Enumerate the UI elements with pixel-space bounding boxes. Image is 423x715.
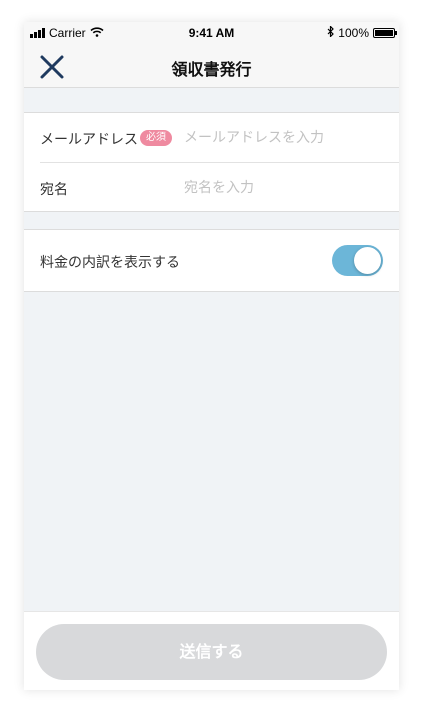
addressee-row: 宛名 bbox=[24, 163, 399, 213]
breakdown-toggle-row: 料金の内訳を表示する bbox=[24, 229, 399, 292]
battery-percent: 100% bbox=[338, 26, 369, 40]
required-badge: 必須 bbox=[140, 130, 172, 146]
breakdown-toggle-label: 料金の内訳を表示する bbox=[40, 255, 180, 271]
bluetooth-icon bbox=[327, 25, 335, 40]
breakdown-toggle-switch[interactable] bbox=[332, 245, 383, 276]
receipt-form: メールアドレス 必須 宛名 bbox=[24, 112, 399, 212]
battery-icon bbox=[373, 28, 397, 38]
phone-screen: Carrier 9:41 AM 100% 領収書発行 メールアドレス 必須 メー… bbox=[24, 22, 399, 690]
submit-button[interactable]: 送信する bbox=[36, 624, 387, 680]
navigation-bar: 領収書発行 bbox=[24, 44, 399, 88]
bottom-bar: 送信する bbox=[24, 611, 399, 690]
email-label: メールアドレス bbox=[40, 132, 138, 148]
email-field[interactable] bbox=[184, 126, 384, 150]
addressee-field[interactable] bbox=[184, 176, 384, 200]
toggle-knob bbox=[354, 247, 381, 274]
status-bar: Carrier 9:41 AM 100% bbox=[24, 22, 399, 44]
status-right: 100% bbox=[327, 25, 397, 40]
addressee-label: 宛名 bbox=[40, 182, 68, 198]
email-row: メールアドレス 必須 bbox=[24, 113, 399, 163]
page-title: 領収書発行 bbox=[171, 60, 252, 79]
